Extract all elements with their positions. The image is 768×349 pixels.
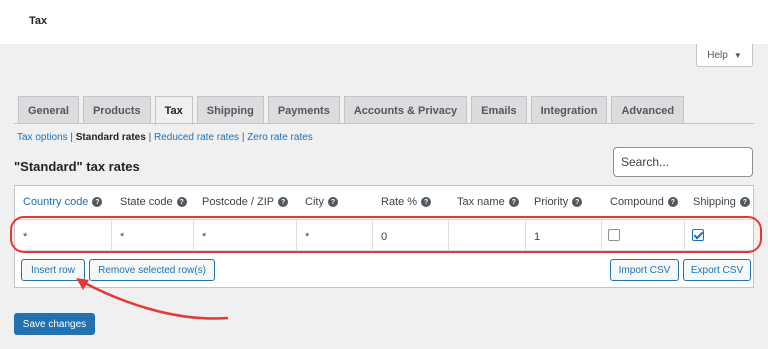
tab-payments[interactable]: Payments bbox=[267, 96, 340, 124]
tabs-divider bbox=[14, 123, 754, 124]
tab-advanced[interactable]: Advanced bbox=[611, 96, 685, 124]
help-tip-icon: ? bbox=[327, 197, 338, 207]
cell-city[interactable]: * bbox=[297, 220, 373, 250]
top-bar: Tax bbox=[0, 0, 768, 44]
tab-tax[interactable]: Tax bbox=[154, 96, 193, 125]
column-header-shipping: Shipping? bbox=[693, 196, 750, 208]
help-button[interactable]: Help ▼ bbox=[696, 44, 753, 67]
cell-state-code[interactable]: * bbox=[112, 220, 194, 250]
help-tip-icon: ? bbox=[572, 197, 583, 207]
tab-emails[interactable]: Emails bbox=[471, 96, 527, 124]
page-title: Tax bbox=[29, 15, 48, 27]
subnav-tax-options[interactable]: Tax options bbox=[17, 132, 68, 143]
insert-row-button[interactable]: Insert row bbox=[21, 259, 85, 281]
help-label: Help bbox=[707, 49, 728, 61]
compound-checkbox[interactable] bbox=[608, 229, 620, 241]
export-csv-button[interactable]: Export CSV bbox=[683, 259, 751, 281]
tab-products[interactable]: Products bbox=[82, 96, 151, 124]
column-header-compound: Compound? bbox=[610, 196, 678, 208]
help-tip-icon: ? bbox=[508, 197, 519, 207]
column-header-rate: Rate %? bbox=[381, 196, 432, 208]
help-tip-icon: ? bbox=[421, 197, 432, 207]
subnav-reduced-rate-rates[interactable]: Reduced rate rates bbox=[154, 132, 239, 143]
table-row[interactable]: * * * * 0 1 bbox=[15, 219, 753, 251]
cell-country-code[interactable]: * bbox=[15, 220, 112, 250]
tab-shipping[interactable]: Shipping bbox=[196, 96, 264, 124]
cell-shipping bbox=[685, 220, 753, 250]
column-header-tax-name: Tax name? bbox=[457, 196, 519, 208]
column-header-priority: Priority? bbox=[534, 196, 583, 208]
tax-subnav: Tax options | Standard rates | Reduced r… bbox=[17, 132, 313, 143]
tab-integration[interactable]: Integration bbox=[530, 96, 608, 124]
search-input[interactable] bbox=[613, 147, 753, 177]
section-title: "Standard" tax rates bbox=[14, 159, 140, 174]
column-header-state-code: State code? bbox=[120, 196, 187, 208]
cell-compound bbox=[602, 220, 685, 250]
help-tip-icon: ? bbox=[739, 197, 750, 207]
remove-selected-rows-button[interactable]: Remove selected row(s) bbox=[89, 259, 215, 281]
caret-down-icon: ▼ bbox=[733, 50, 742, 60]
settings-tabs: General Products Tax Shipping Payments A… bbox=[18, 96, 685, 125]
cell-tax-name[interactable] bbox=[449, 220, 526, 250]
column-header-postcode: Postcode / ZIP? bbox=[202, 196, 289, 208]
tab-general[interactable]: General bbox=[18, 96, 79, 124]
cell-rate[interactable]: 0 bbox=[373, 220, 449, 250]
column-header-city: City? bbox=[305, 196, 338, 208]
help-tip-icon: ? bbox=[278, 197, 289, 207]
column-header-country-code[interactable]: Country code? bbox=[23, 196, 103, 208]
help-tip-icon: ? bbox=[667, 197, 678, 207]
subnav-zero-rate-rates[interactable]: Zero rate rates bbox=[247, 132, 313, 143]
shipping-checkbox[interactable] bbox=[692, 229, 704, 241]
cell-postcode[interactable]: * bbox=[194, 220, 297, 250]
help-tip-icon: ? bbox=[92, 197, 103, 207]
tab-accounts-privacy[interactable]: Accounts & Privacy bbox=[343, 96, 468, 124]
help-tip-icon: ? bbox=[176, 197, 187, 207]
subnav-standard-rates: Standard rates bbox=[75, 132, 146, 143]
import-csv-button[interactable]: Import CSV bbox=[610, 259, 679, 281]
save-changes-button[interactable]: Save changes bbox=[14, 313, 95, 335]
cell-priority[interactable]: 1 bbox=[526, 220, 602, 250]
